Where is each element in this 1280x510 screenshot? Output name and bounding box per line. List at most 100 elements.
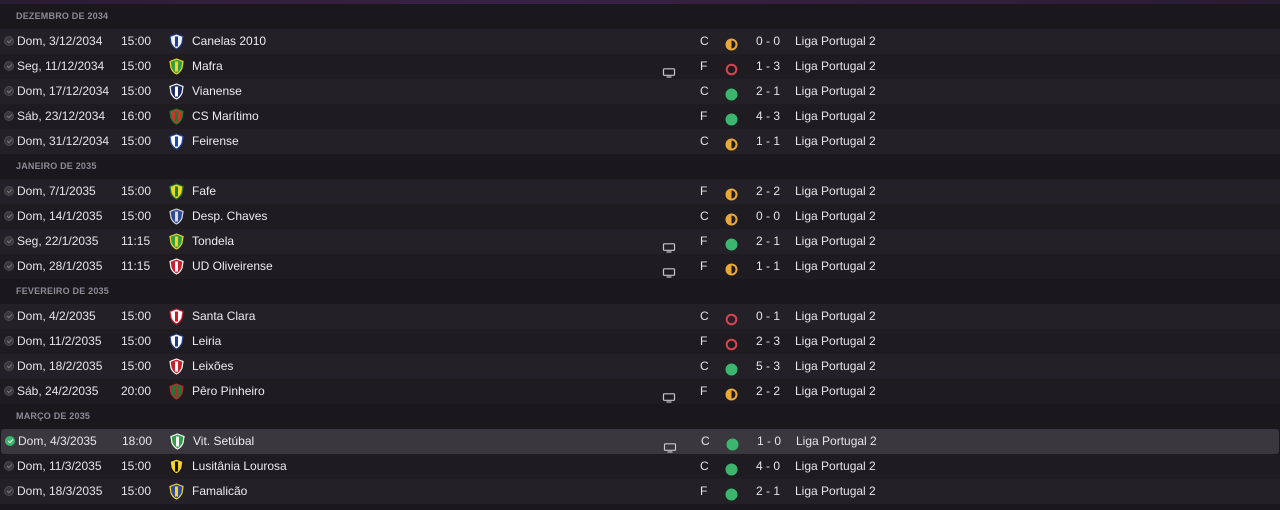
- match-time: 15:00: [121, 484, 152, 498]
- draw-result-icon: [725, 260, 738, 276]
- competition-name[interactable]: Liga Portugal 2: [795, 179, 876, 204]
- match-score[interactable]: 2 - 1: [746, 479, 790, 504]
- chaves-crest-icon: [168, 208, 185, 225]
- match-date: Dom, 4/3/2035: [18, 434, 97, 448]
- match-score[interactable]: 2 - 1: [746, 229, 790, 254]
- match-status-icon: [4, 261, 14, 271]
- fixture-row[interactable]: Dom, 28/1/2035 11:15 UD Oliveirense F 1 - 1L…: [0, 254, 1280, 279]
- opponent-name[interactable]: Desp. Chaves: [192, 204, 267, 229]
- opponent-name[interactable]: Vianense: [192, 79, 242, 104]
- match-score[interactable]: 2 - 2: [746, 179, 790, 204]
- match-status-icon: [4, 486, 14, 496]
- match-status-icon: [4, 461, 14, 471]
- opponent-name[interactable]: Leiria: [192, 329, 221, 354]
- fixture-row[interactable]: Dom, 4/3/2035 18:00 Vit. Setúbal C 1 - 0 Liga…: [1, 429, 1279, 454]
- fixture-row[interactable]: Dom, 31/12/2034 15:00 Feirense C 1 - 1 Liga P…: [0, 129, 1280, 154]
- match-time: 15:00: [121, 84, 152, 98]
- opponent-name[interactable]: Canelas 2010: [192, 29, 266, 54]
- match-score[interactable]: 0 - 1: [746, 304, 790, 329]
- draw-result-icon: [725, 210, 738, 226]
- match-score[interactable]: 1 - 3: [746, 54, 790, 79]
- leiria-crest-icon: [168, 333, 185, 350]
- fixture-row[interactable]: Dom, 4/2/2035 15:00 Santa Clara C 0 - 1 Liga …: [0, 304, 1280, 329]
- match-score[interactable]: 1 - 1: [746, 254, 790, 279]
- tv-broadcast-icon: [662, 62, 676, 78]
- fixture-row[interactable]: Dom, 11/3/2035 15:00 Lusitânia Lourosa C 4 -…: [0, 454, 1280, 479]
- match-time: 15:00: [121, 359, 152, 373]
- fixture-row[interactable]: Seg, 11/12/2034 15:00 Mafra F 1 - 3 Liga Port…: [0, 54, 1280, 79]
- venue-indicator: F: [700, 184, 708, 198]
- match-date: Dom, 18/2/2035: [17, 359, 103, 373]
- competition-name[interactable]: Liga Portugal 2: [795, 229, 876, 254]
- competition-name[interactable]: Liga Portugal 2: [795, 204, 876, 229]
- competition-name[interactable]: Liga Portugal 2: [795, 104, 876, 129]
- match-date: Dom, 31/12/2034: [17, 134, 110, 148]
- opponent-name[interactable]: CS Marítimo: [192, 104, 259, 129]
- oliveirense-crest-icon: [168, 258, 185, 275]
- opponent-name[interactable]: Tondela: [192, 229, 234, 254]
- peropinheiro-crest-icon: [168, 383, 185, 400]
- opponent-name[interactable]: Pêro Pinheiro: [192, 379, 265, 404]
- venue-indicator: C: [700, 359, 709, 373]
- opponent-name[interactable]: Leixões: [192, 354, 233, 379]
- fixture-row[interactable]: Dom, 11/2/2035 15:00 Leiria F 2 - 3 Liga Port…: [0, 329, 1280, 354]
- venue-indicator: F: [700, 384, 708, 398]
- lourosa-crest-icon: [168, 458, 185, 475]
- match-score[interactable]: 2 - 1: [746, 79, 790, 104]
- setubal-crest-icon: [169, 433, 186, 450]
- match-score[interactable]: 4 - 0: [746, 454, 790, 479]
- feirense-crest-icon: [168, 133, 185, 150]
- competition-name[interactable]: Liga Portugal 2: [795, 329, 876, 354]
- mafra-crest-icon: [168, 58, 185, 75]
- opponent-name[interactable]: UD Oliveirense: [192, 254, 273, 279]
- draw-result-icon: [725, 135, 738, 151]
- venue-indicator: C: [700, 459, 709, 473]
- win-result-icon: [726, 435, 739, 451]
- opponent-name[interactable]: Feirense: [192, 129, 239, 154]
- opponent-name[interactable]: Santa Clara: [192, 304, 255, 329]
- vianense-crest-icon: [168, 83, 185, 100]
- match-status-icon: [4, 336, 14, 346]
- match-date: Dom, 28/1/2035: [17, 259, 103, 273]
- match-status-icon: [4, 211, 14, 221]
- opponent-name[interactable]: Fafe: [192, 179, 216, 204]
- fixture-row[interactable]: Dom, 3/12/2034 15:00 Canelas 2010 C 0 - 0 Lig…: [0, 29, 1280, 54]
- fixture-row[interactable]: Dom, 18/3/2035 15:00 Famalicão F 2 - 1 Liga P…: [0, 479, 1280, 504]
- match-score[interactable]: 0 - 0: [746, 29, 790, 54]
- opponent-name[interactable]: Mafra: [192, 54, 223, 79]
- competition-name[interactable]: Liga Portugal 2: [795, 479, 876, 504]
- opponent-name[interactable]: Famalicão: [192, 479, 247, 504]
- match-score[interactable]: 2 - 3: [746, 329, 790, 354]
- opponent-name[interactable]: Vit. Setúbal: [193, 429, 254, 454]
- competition-name[interactable]: Liga Portugal 2: [795, 379, 876, 404]
- match-score[interactable]: 2 - 2: [746, 379, 790, 404]
- competition-name[interactable]: Liga Portugal 2: [796, 429, 877, 454]
- match-score[interactable]: 1 - 1: [746, 129, 790, 154]
- match-date: Dom, 11/2/2035: [17, 334, 102, 348]
- opponent-name[interactable]: Lusitânia Lourosa: [192, 454, 287, 479]
- tv-broadcast-icon: [662, 237, 676, 253]
- fixture-row[interactable]: Dom, 17/12/2034 15:00 Vianense C 2 - 1 Liga P…: [0, 79, 1280, 104]
- competition-name[interactable]: Liga Portugal 2: [795, 454, 876, 479]
- match-score[interactable]: 5 - 3: [746, 354, 790, 379]
- fixture-row[interactable]: Seg, 22/1/2035 11:15 Tondela F 2 - 1 Liga Por…: [0, 229, 1280, 254]
- match-score[interactable]: 4 - 3: [746, 104, 790, 129]
- fixture-row[interactable]: Dom, 7/1/2035 15:00 Fafe F 2 - 2 Liga Portuga…: [0, 179, 1280, 204]
- match-score[interactable]: 0 - 0: [746, 204, 790, 229]
- fixture-row[interactable]: Sáb, 24/2/2035 20:00 Pêro Pinheiro F 2 - 2 Li…: [0, 379, 1280, 404]
- competition-name[interactable]: Liga Portugal 2: [795, 254, 876, 279]
- competition-name[interactable]: Liga Portugal 2: [795, 29, 876, 54]
- fixture-row[interactable]: Dom, 18/2/2035 15:00 Leixões C 5 - 3 Liga Por…: [0, 354, 1280, 379]
- santaclara-crest-icon: [168, 308, 185, 325]
- competition-name[interactable]: Liga Portugal 2: [795, 79, 876, 104]
- competition-name[interactable]: Liga Portugal 2: [795, 54, 876, 79]
- competition-name[interactable]: Liga Portugal 2: [795, 129, 876, 154]
- match-score[interactable]: 1 - 0: [747, 429, 791, 454]
- fafe-crest-icon: [168, 183, 185, 200]
- match-status-icon: [5, 436, 15, 446]
- competition-name[interactable]: Liga Portugal 2: [795, 304, 876, 329]
- match-status-icon: [4, 236, 14, 246]
- fixture-row[interactable]: Sáb, 23/12/2034 16:00 CS Marítimo F 4 - 3 Lig…: [0, 104, 1280, 129]
- competition-name[interactable]: Liga Portugal 2: [795, 354, 876, 379]
- fixture-row[interactable]: Dom, 14/1/2035 15:00 Desp. Chaves C 0 - 0 Lig…: [0, 204, 1280, 229]
